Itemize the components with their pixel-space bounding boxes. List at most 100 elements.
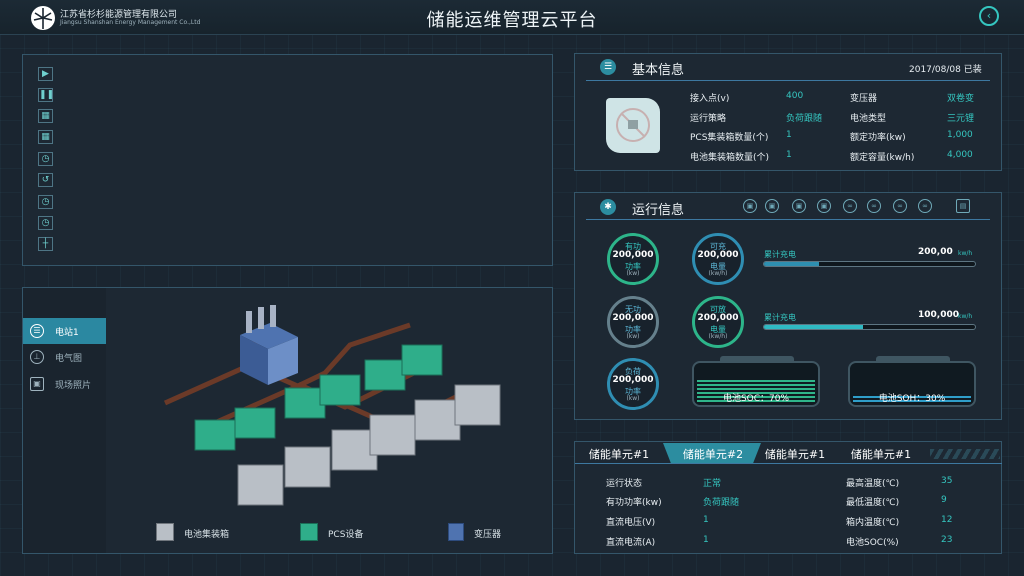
sidebar-item-label: 现场照片 xyxy=(55,381,92,391)
back-arrow-icon[interactable]: ‹ xyxy=(979,6,999,26)
legend-label: PCS设备 xyxy=(328,530,364,540)
unit-label: 运行状态 xyxy=(606,479,643,489)
info-label: 电池类型 xyxy=(850,114,887,124)
gauge-value: 200,000 xyxy=(697,250,739,260)
sidebar-item-label: 电气图 xyxy=(55,354,83,364)
device-icon[interactable]: ▣ xyxy=(792,199,806,213)
clipboard-icon[interactable]: ▤ xyxy=(956,199,970,213)
charge-progress-fill xyxy=(764,262,819,266)
info-label: 电池集装箱数量(个) xyxy=(690,153,770,163)
unit-value: 12 xyxy=(941,515,953,525)
info-value: 1 xyxy=(786,150,792,160)
info-label: 额定功率(kw) xyxy=(850,133,906,143)
gauge-unit: (kw) xyxy=(626,333,640,340)
gauge-value: 200,000 xyxy=(612,375,654,385)
grid-4-icon[interactable]: ▦ xyxy=(38,109,53,123)
active-power-gauge: 有功 200,000 功率 (kw) xyxy=(607,233,659,285)
unit-value: 1 xyxy=(703,535,709,545)
legend-label: 变压器 xyxy=(474,530,502,540)
bar-unit: kw/h xyxy=(958,250,973,257)
video-monitor-panel xyxy=(22,54,553,266)
bar-label: 累计充电 xyxy=(764,250,796,259)
soh-label: 电池SOH：30% xyxy=(878,394,946,404)
info-value: 400 xyxy=(786,91,804,101)
info-value: 1,000 xyxy=(947,130,973,140)
divider xyxy=(586,80,990,81)
sidebar-item-station[interactable]: ☰ 电站1 xyxy=(23,318,106,344)
soc-battery: 电池SOC：70% xyxy=(692,361,820,407)
list-icon: ☰ xyxy=(600,59,616,75)
gauge-unit: (kw) xyxy=(626,270,640,277)
info-value: 三元锂 xyxy=(947,114,975,124)
install-date: 2017/08/08 已装 xyxy=(909,65,982,75)
transformer xyxy=(240,305,298,385)
tab-unit-4[interactable]: 储能单元#1 xyxy=(842,446,920,461)
basic-info-title: 基本信息 xyxy=(632,63,685,78)
tab-unit-3[interactable]: 储能单元#1 xyxy=(756,446,834,461)
station-icon: ☰ xyxy=(30,324,44,338)
pause-icon[interactable]: ❚❚ xyxy=(38,88,54,102)
info-value: 1 xyxy=(786,130,792,140)
sidebar-item-photos[interactable]: ▣ 现场照片 xyxy=(23,371,106,397)
sidebar-item-diagram[interactable]: ⊥ 电气图 xyxy=(23,344,106,370)
link-icon[interactable]: ∞ xyxy=(843,199,857,213)
clock-icon[interactable]: ◷ xyxy=(38,195,53,209)
load-power-gauge: 负荷 200,000 功率 (kw) xyxy=(607,358,659,410)
photo-icon: ▣ xyxy=(30,377,44,391)
connect-icon[interactable]: ∞ xyxy=(893,199,907,213)
dischargeable-energy-gauge: 可放 200,000 电量 (kw/h) xyxy=(692,296,744,348)
module-icon[interactable]: ▣ xyxy=(817,199,831,213)
unit-value: 1 xyxy=(703,515,709,525)
plug-icon xyxy=(606,98,660,153)
info-label: 接入点(v) xyxy=(690,94,730,104)
decorative-stripes xyxy=(930,449,1000,459)
divider xyxy=(575,463,1002,464)
tab-unit-1[interactable]: 储能单元#1 xyxy=(580,446,658,461)
page-title: 储能运维管理云平台 xyxy=(426,10,598,31)
soc-label: 电池SOC：70% xyxy=(722,394,790,404)
display-icon[interactable]: ▣ xyxy=(765,199,779,213)
tab-unit-2[interactable]: 储能单元#2 xyxy=(673,446,753,461)
timer-icon[interactable]: ◷ xyxy=(38,152,53,166)
unit-value: 9 xyxy=(941,495,947,505)
schedule-icon[interactable]: ◷ xyxy=(38,216,53,230)
network-icon[interactable]: ∞ xyxy=(918,199,932,213)
info-label: 运行策略 xyxy=(690,114,727,124)
reactive-power-gauge: 无功 200,000 功率 (kw) xyxy=(607,296,659,348)
gauge-unit: (kw/h) xyxy=(708,333,728,340)
divider xyxy=(586,219,990,220)
monitor-icon[interactable]: ▣ xyxy=(743,199,757,213)
unit-value: 负荷跟随 xyxy=(703,498,740,508)
info-label: 变压器 xyxy=(850,94,878,104)
gauge-value: 200,000 xyxy=(612,250,654,260)
unit-label: 直流电压(V) xyxy=(606,518,656,528)
play-icon[interactable]: ▶ xyxy=(38,67,53,81)
history-icon[interactable]: ↺ xyxy=(38,173,53,187)
bar-value: 100,000 xyxy=(918,310,959,320)
settings-icon: ✱ xyxy=(600,199,616,215)
chargeable-energy-gauge: 可充 200,000 电量 (kw/h) xyxy=(692,233,744,285)
gauge-unit: (kw/h) xyxy=(708,270,728,277)
grid-9-icon[interactable]: ▦ xyxy=(38,130,53,144)
unit-label: 箱内温度(℃) xyxy=(846,518,900,528)
charge-progress-bar xyxy=(763,324,976,330)
info-value: 负荷跟随 xyxy=(786,114,823,124)
bar-value: 200,00 xyxy=(918,247,953,257)
gauge-value: 200,000 xyxy=(612,313,654,323)
station-isometric-view xyxy=(163,305,501,506)
battery-containers xyxy=(237,384,501,506)
chain-icon[interactable]: ∞ xyxy=(867,199,881,213)
unit-label: 电池SOC(%) xyxy=(846,538,899,548)
unit-label: 直流电流(A) xyxy=(606,538,656,548)
battery-container-icon xyxy=(156,523,174,541)
info-label: PCS集装箱数量(个) xyxy=(690,133,769,143)
bar-label: 累计充电 xyxy=(764,313,796,322)
unit-label: 最高温度(℃) xyxy=(846,479,900,489)
bar-unit: kw/h xyxy=(958,313,973,320)
unit-label: 有功功率(kw) xyxy=(606,498,662,508)
unit-value: 23 xyxy=(941,535,953,545)
info-label: 额定容量(kw/h) xyxy=(850,153,915,163)
sidebar-item-label: 电站1 xyxy=(55,328,79,338)
layout-icon[interactable]: ┼ xyxy=(38,237,53,251)
info-value: 4,000 xyxy=(947,150,973,160)
